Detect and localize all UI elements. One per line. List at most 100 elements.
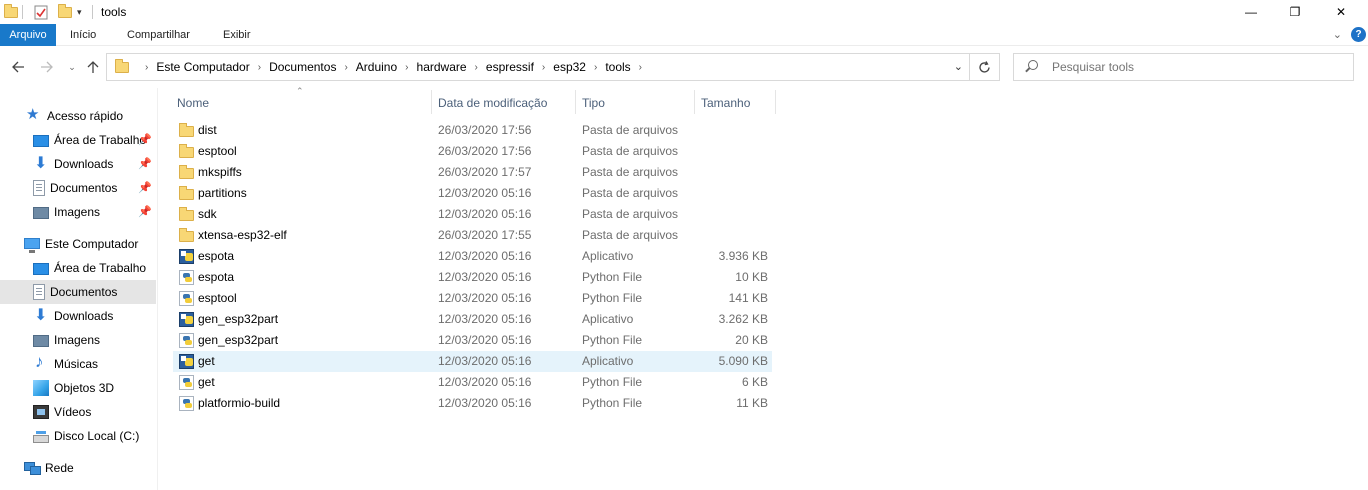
file-row[interactable]: xtensa-esp32-elf 26/03/2020 17:55 Pasta de…: [173, 225, 772, 246]
file-row[interactable]: get 12/03/2020 05:16 Python File 6 KB: [173, 372, 772, 393]
application-icon: [179, 354, 194, 369]
file-row[interactable]: mkspiffs 26/03/2020 17:57 Pasta de arquivo…: [173, 162, 772, 183]
file-row[interactable]: get 12/03/2020 05:16 Aplicativo 5.090 KB: [173, 351, 772, 372]
nav-item-area-de-trabalho[interactable]: Área de Trabalho: [0, 256, 156, 280]
forward-button[interactable]: [36, 57, 56, 77]
tab-exibir[interactable]: Exibir: [213, 24, 261, 46]
nav-item-videos[interactable]: Vídeos: [0, 400, 156, 424]
chevron-right-icon[interactable]: ›: [405, 62, 408, 73]
breadcrumb-hardware[interactable]: hardware: [417, 60, 467, 74]
file-name: get: [198, 375, 215, 389]
breadcrumb-esp32[interactable]: esp32: [553, 60, 586, 74]
file-name: esptool: [198, 144, 237, 158]
column-divider[interactable]: [775, 90, 776, 114]
nav-item-musicas[interactable]: Músicas: [0, 352, 156, 376]
chevron-right-icon[interactable]: ›: [475, 62, 478, 73]
file-row[interactable]: gen_esp32part 12/03/2020 05:16 Python File…: [173, 330, 772, 351]
search-box[interactable]: [1013, 53, 1354, 81]
folder-icon: [179, 186, 194, 200]
file-date: 12/03/2020 05:16: [438, 249, 532, 263]
breadcrumb-espressif[interactable]: espressif: [486, 60, 534, 74]
file-size: 20 KB: [735, 333, 768, 347]
chevron-right-icon[interactable]: ›: [639, 62, 642, 73]
file-type: Python File: [582, 375, 643, 389]
folder-icon: [4, 3, 18, 20]
file-row[interactable]: dist 26/03/2020 17:56 Pasta de arquivos: [173, 120, 772, 141]
search-input[interactable]: [1052, 58, 1342, 76]
close-button[interactable]: ✕: [1318, 0, 1364, 24]
file-type: Python File: [582, 291, 643, 305]
expand-ribbon-icon[interactable]: ⌄: [1333, 28, 1342, 41]
tab-inicio[interactable]: Início: [60, 24, 106, 46]
minimize-button[interactable]: —: [1228, 0, 1274, 24]
file-name: xtensa-esp32-elf: [198, 228, 287, 242]
breadcrumb-documentos[interactable]: Documentos: [269, 60, 336, 74]
tab-compartilhar[interactable]: Compartilhar: [117, 24, 200, 46]
file-row[interactable]: partitions 12/03/2020 05:16 Pasta de arqui…: [173, 183, 772, 204]
breadcrumb-arduino[interactable]: Arduino: [356, 60, 397, 74]
file-name: gen_esp32part: [198, 312, 279, 326]
nav-item-area-de-trabalho[interactable]: Área de Trabalho 📌: [0, 128, 156, 152]
title-bar: ▾ tools — ❐ ✕: [0, 0, 1368, 24]
help-icon[interactable]: ?: [1351, 27, 1366, 42]
nav-item-documentos[interactable]: Documentos: [0, 280, 156, 304]
properties-icon[interactable]: [34, 4, 48, 20]
file-row[interactable]: espota 12/03/2020 05:16 Aplicativo 3.936 KB: [173, 246, 772, 267]
nav-item-imagens[interactable]: Imagens: [0, 328, 156, 352]
window-title: tools: [101, 5, 127, 19]
nav-item-imagens[interactable]: Imagens 📌: [0, 200, 156, 224]
file-name: sdk: [198, 207, 217, 221]
back-button[interactable]: [8, 57, 28, 77]
file-row[interactable]: sdk 12/03/2020 05:16 Pasta de arquivos: [173, 204, 772, 225]
nav-item-disco-local[interactable]: Disco Local (C:): [0, 424, 156, 448]
file-type: Pasta de arquivos: [582, 165, 679, 179]
search-icon: [1028, 60, 1038, 70]
chevron-right-icon[interactable]: ›: [258, 62, 261, 73]
chevron-right-icon[interactable]: ›: [542, 62, 545, 73]
file-row[interactable]: esptool 12/03/2020 05:16 Python File 141 KB: [173, 288, 772, 309]
file-row[interactable]: platformio-build 12/03/2020 05:16 Python F…: [173, 393, 772, 414]
up-button[interactable]: [83, 57, 103, 77]
nav-this-pc[interactable]: Este Computador: [0, 232, 156, 256]
folder-icon: [179, 165, 194, 179]
folder-icon: [179, 207, 194, 221]
nav-item-downloads[interactable]: Downloads 📌: [0, 152, 156, 176]
file-date: 26/03/2020 17:57: [438, 165, 532, 179]
music-icon: [33, 352, 49, 372]
file-list: ⌃ Nome Data de modificação Tipo Tamanho …: [158, 86, 1368, 490]
recent-locations-icon[interactable]: ⌄: [62, 57, 82, 77]
folder-icon: [179, 144, 194, 158]
nav-item-downloads[interactable]: Downloads: [0, 304, 156, 328]
nav-label: Rede: [45, 461, 74, 475]
nav-item-objetos-3d[interactable]: Objetos 3D: [0, 376, 156, 400]
column-header-size[interactable]: Tamanho: [695, 91, 775, 115]
address-row: ⌄ › Este Computador › Documentos › Ardui…: [0, 52, 1368, 82]
file-row[interactable]: esptool 26/03/2020 17:56 Pasta de arquivos: [173, 141, 772, 162]
new-folder-icon[interactable]: [58, 3, 72, 20]
nav-label: Downloads: [54, 309, 114, 323]
nav-quick-access[interactable]: Acesso rápido: [26, 104, 156, 128]
breadcrumb-tools[interactable]: tools: [605, 60, 630, 74]
file-row[interactable]: espota 12/03/2020 05:16 Python File 10 KB: [173, 267, 772, 288]
column-header-date[interactable]: Data de modificação: [432, 91, 575, 115]
breadcrumb-este-computador[interactable]: Este Computador: [156, 60, 249, 74]
file-date: 12/03/2020 05:16: [438, 333, 532, 347]
separator: [92, 4, 93, 20]
maximize-button[interactable]: ❐: [1272, 0, 1318, 24]
file-row[interactable]: gen_esp32part 12/03/2020 05:16 Aplicativo 3…: [173, 309, 772, 330]
nav-item-documentos[interactable]: Documentos 📌: [0, 176, 156, 200]
nav-network[interactable]: Rede: [0, 456, 156, 480]
refresh-button[interactable]: [970, 53, 1000, 81]
customize-quick-access-icon[interactable]: ▾: [77, 4, 82, 20]
chevron-down-icon[interactable]: ⌄: [954, 60, 963, 73]
file-date: 12/03/2020 05:16: [438, 291, 532, 305]
nav-label: Documentos: [50, 181, 118, 195]
column-header-type[interactable]: Tipo: [576, 91, 694, 115]
pin-icon: 📌: [138, 182, 152, 194]
tab-arquivo[interactable]: Arquivo: [0, 24, 56, 46]
address-bar[interactable]: › Este Computador › Documentos › Arduino…: [106, 53, 970, 81]
local-disk-icon: [33, 431, 49, 443]
column-header-name[interactable]: Nome: [171, 91, 431, 115]
chevron-right-icon[interactable]: ›: [344, 62, 347, 73]
chevron-right-icon[interactable]: ›: [594, 62, 597, 73]
